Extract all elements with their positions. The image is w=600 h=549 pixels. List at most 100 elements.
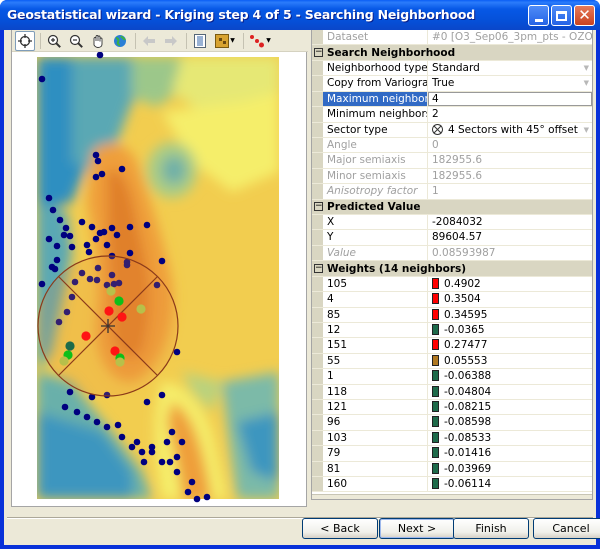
weight-row[interactable]: 121 -0.08215	[312, 399, 592, 416]
sample-point[interactable]	[163, 438, 171, 446]
weight-row[interactable]: 103 -0.08533	[312, 430, 592, 447]
sample-point[interactable]	[148, 443, 156, 451]
sample-point[interactable]	[173, 348, 181, 356]
weight-value-cell[interactable]: -0.08533	[428, 431, 592, 445]
dropdown-arrow-icon[interactable]: ▼	[584, 123, 589, 137]
property-row[interactable]: Sector type 4 Sectors with 45° offset ▼	[312, 122, 592, 138]
sample-point[interactable]	[203, 493, 211, 501]
property-row-dataset[interactable]: Dataset #0 [O3_Sep06_3pm_pts - OZONE]	[312, 30, 592, 46]
sample-point[interactable]	[118, 165, 126, 173]
property-row[interactable]: Value 0.08593987	[312, 245, 592, 262]
property-row[interactable]: Angle 0	[312, 137, 592, 154]
collapse-icon[interactable]: −	[314, 264, 323, 274]
property-row[interactable]: Anisotropy factor 1	[312, 184, 592, 200]
sample-point[interactable]	[100, 228, 108, 236]
sample-point[interactable]	[158, 458, 166, 466]
sample-point[interactable]	[66, 388, 74, 396]
sample-point[interactable]	[143, 221, 151, 229]
category-weights[interactable]: − Weights (14 neighbors)	[312, 261, 592, 277]
sample-point[interactable]	[62, 224, 70, 232]
sample-point[interactable]	[184, 488, 192, 496]
weight-row[interactable]: 4 0.3504	[312, 292, 592, 308]
sample-point[interactable]	[92, 173, 100, 181]
weight-row[interactable]: 151 0.27477	[312, 338, 592, 354]
zoom-in-tool[interactable]	[44, 31, 64, 51]
sample-point[interactable]	[53, 242, 61, 250]
property-row[interactable]: X -2084032	[312, 215, 592, 231]
sample-point[interactable]	[60, 231, 68, 239]
sample-point[interactable]	[166, 458, 174, 466]
neighbor-point[interactable]	[104, 306, 114, 316]
sample-point[interactable]	[118, 433, 126, 441]
zoom-out-tool[interactable]	[66, 31, 86, 51]
sample-point[interactable]	[68, 243, 76, 251]
property-value-cell[interactable]: 4	[428, 92, 592, 106]
weight-value-cell[interactable]: -0.08215	[428, 400, 592, 414]
sample-point[interactable]	[103, 241, 111, 249]
minimize-button[interactable]	[528, 5, 549, 26]
kriging-surface-map[interactable]	[12, 52, 306, 505]
neighbor-point[interactable]	[117, 312, 127, 322]
property-value-cell[interactable]: -2084032	[428, 215, 592, 229]
sample-point[interactable]	[108, 224, 116, 232]
property-value-cell[interactable]: Standard ▼	[428, 61, 592, 75]
horizontal-scrollbar[interactable]	[312, 494, 592, 499]
title-bar[interactable]: Geostatistical wizard - Kriging step 4 o…	[0, 0, 600, 30]
sample-point[interactable]	[168, 428, 176, 436]
weight-value-cell[interactable]: -0.08598	[428, 415, 592, 429]
weight-row[interactable]: 85 0.34595	[312, 307, 592, 324]
sample-point[interactable]	[98, 170, 106, 178]
weight-row[interactable]: 118 -0.04804	[312, 384, 592, 400]
weight-value-cell[interactable]: 0.27477	[428, 338, 592, 352]
neighbor-point[interactable]	[59, 356, 69, 366]
sample-point[interactable]	[88, 223, 96, 231]
dropdown-arrow-icon[interactable]: ▼	[584, 61, 589, 75]
sample-point[interactable]	[92, 151, 100, 159]
property-row[interactable]: Major semiaxis 182955.6	[312, 153, 592, 169]
forward-extent-tool[interactable]	[161, 31, 181, 51]
sample-point[interactable]	[49, 206, 57, 214]
weight-row[interactable]: 12 -0.0365	[312, 323, 592, 339]
maximize-button[interactable]	[551, 5, 572, 26]
sample-point[interactable]	[138, 448, 146, 456]
sample-point[interactable]	[45, 194, 53, 202]
sample-point[interactable]	[173, 468, 181, 476]
property-row[interactable]: Minor semiaxis 182955.6	[312, 168, 592, 185]
weight-value-cell[interactable]: -0.01416	[428, 446, 592, 460]
category-predicted-value[interactable]: − Predicted Value	[312, 199, 592, 216]
sample-point[interactable]	[126, 249, 134, 257]
legend-tool[interactable]	[190, 31, 210, 51]
sample-point[interactable]	[53, 256, 61, 264]
finish-button[interactable]: Finish	[453, 518, 529, 539]
back-extent-tool[interactable]	[139, 31, 159, 51]
sample-point[interactable]	[92, 235, 100, 243]
property-value-cell[interactable]: 4 Sectors with 45° offset ▼	[428, 123, 592, 137]
sample-point[interactable]	[103, 423, 111, 431]
sample-point[interactable]	[66, 232, 74, 240]
sample-point[interactable]	[178, 438, 186, 446]
sample-point[interactable]	[113, 231, 121, 239]
category-search-neighborhood[interactable]: − Search Neighborhood	[312, 45, 592, 61]
sample-point[interactable]	[96, 52, 104, 59]
layers-tool[interactable]: ▼	[212, 31, 238, 51]
property-row[interactable]: Neighborhood type Standard ▼	[312, 60, 592, 77]
globe-tool[interactable]	[110, 31, 130, 51]
sample-point[interactable]	[143, 398, 151, 406]
collapse-icon[interactable]: −	[314, 48, 323, 58]
next-button[interactable]: Next >	[379, 518, 455, 539]
neighbor-point[interactable]	[114, 296, 124, 306]
sample-point[interactable]	[45, 235, 53, 243]
weight-value-cell[interactable]: 0.34595	[428, 308, 592, 322]
sample-point[interactable]	[48, 263, 56, 271]
sample-point[interactable]	[114, 421, 122, 429]
weight-value-cell[interactable]: 0.05553	[428, 354, 592, 368]
sample-point[interactable]	[158, 391, 166, 399]
property-value-cell[interactable]: True ▼	[428, 76, 592, 90]
weight-value-cell[interactable]: -0.03969	[428, 462, 592, 476]
weight-value-cell[interactable]: -0.06114	[428, 477, 592, 491]
neighbor-point[interactable]	[65, 341, 75, 351]
property-value-cell[interactable]: 89604.57	[428, 230, 592, 244]
neighbor-point[interactable]	[115, 357, 125, 367]
sample-point[interactable]	[78, 218, 86, 226]
neighbor-point[interactable]	[81, 331, 91, 341]
